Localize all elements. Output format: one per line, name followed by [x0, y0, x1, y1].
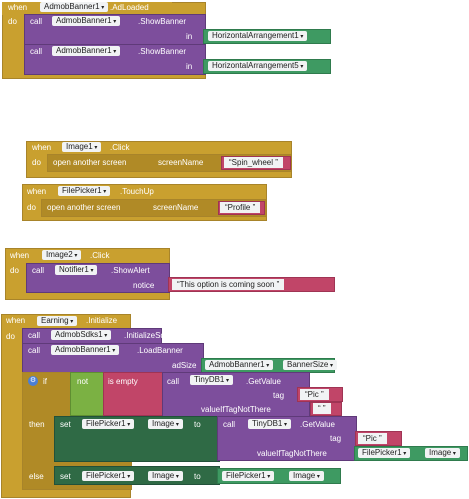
component-dropdown[interactable]: FilePicker1 [58, 186, 111, 196]
call-label: call [30, 17, 43, 26]
notice-label: notice [133, 281, 155, 290]
when-label: when [10, 251, 30, 260]
value-if-tag-not-there-label: valueIfTagNotThere [201, 405, 271, 414]
banner-method-label: .LoadBanner [137, 346, 183, 355]
when-label: when [8, 3, 28, 12]
adsize-component-dropdown[interactable]: AdmobBanner1 [205, 360, 274, 370]
component-dropdown[interactable]: AdmobBanner1 [40, 2, 109, 12]
call-label: call [28, 331, 41, 340]
when-label: when [6, 316, 26, 325]
component-dropdown[interactable]: Earning [37, 316, 78, 326]
else-label: else [29, 472, 44, 481]
getter-component-dropdown[interactable]: FilePicker1 [358, 448, 411, 458]
sdk-method-label: .InitializeSdk [124, 331, 169, 340]
event-label: .TouchUp [120, 187, 154, 196]
tag-label: tag [273, 391, 285, 400]
do-label: do [27, 203, 36, 212]
empty-text[interactable] [313, 403, 331, 414]
in-label: in [186, 32, 193, 41]
set-component-dropdown[interactable]: FilePicker1 [82, 419, 135, 429]
do-label: do [6, 332, 15, 341]
event-label: .AdLoaded [110, 3, 149, 12]
notice-text[interactable]: This option is coming soon [172, 279, 285, 290]
tag-text-2[interactable]: Pic [358, 433, 387, 444]
method-label: .ShowBanner [138, 47, 187, 56]
not-label: not [77, 377, 89, 386]
to-label: to [194, 420, 201, 429]
call-label: call [167, 377, 180, 386]
set-label: set [60, 420, 71, 429]
db-component-dropdown-2[interactable]: TinyDB1 [248, 419, 292, 429]
call-label: call [32, 266, 45, 275]
open-screen-label: open another screen [53, 158, 127, 167]
do-label: do [10, 266, 19, 275]
screenname-label: screenName [153, 203, 199, 212]
when-label: when [32, 143, 52, 152]
banner-component-dropdown[interactable]: AdmobBanner1 [51, 345, 120, 355]
else-set-property-dropdown[interactable]: Image [148, 471, 183, 481]
call-label: call [30, 47, 43, 56]
in-label: in [186, 62, 193, 71]
db-component-dropdown[interactable]: TinyDB1 [190, 375, 234, 385]
adsize-property-dropdown[interactable]: BannerSize [283, 360, 338, 370]
method-label: .ShowAlert [111, 266, 150, 275]
call-label: call [28, 346, 41, 355]
do-label: do [32, 158, 41, 167]
arrangement-dropdown-2[interactable]: HorizontalArrangement5 [208, 61, 308, 71]
to-label: to [194, 472, 201, 481]
call-component-dropdown[interactable]: Notifier1 [55, 265, 98, 275]
sdk-component-dropdown[interactable]: AdmobSdks1 [51, 330, 112, 340]
else-getter-property-dropdown[interactable]: Image [289, 471, 324, 481]
screen-text[interactable]: Profile [220, 202, 261, 213]
set-property-dropdown[interactable]: Image [148, 419, 183, 429]
value-if-tag-not-there-label-2: valueIfTagNotThere [257, 449, 327, 458]
is-empty-label: is empty [108, 377, 138, 386]
call-component-dropdown[interactable]: AdmobBanner1 [52, 16, 121, 26]
event-label: .Click [90, 251, 110, 260]
call-component-dropdown[interactable]: AdmobBanner1 [52, 46, 121, 56]
else-getter-component-dropdown[interactable]: FilePicker1 [222, 471, 275, 481]
screen-text[interactable]: Spin_wheel [224, 157, 283, 168]
event-label: .Initialize [86, 316, 118, 325]
adsize-label: adSize [172, 361, 197, 370]
call-label: call [223, 420, 236, 429]
when-label: when [27, 187, 47, 196]
tag-label-2: tag [330, 434, 342, 443]
open-screen-label: open another screen [47, 203, 121, 212]
tag-text[interactable]: Pic [300, 389, 329, 400]
getter-property-dropdown[interactable]: Image [425, 448, 460, 458]
db-method-label-2: .GetValue [300, 420, 335, 429]
else-set-component-dropdown[interactable]: FilePicker1 [82, 471, 135, 481]
gear-icon[interactable]: ⚙ [28, 376, 38, 386]
db-method-label: .GetValue [246, 377, 281, 386]
method-label: .ShowBanner [138, 17, 187, 26]
if-label: if [43, 377, 47, 386]
set-label: set [60, 472, 71, 481]
component-dropdown[interactable]: Image2 [42, 250, 82, 260]
arrangement-dropdown-1[interactable]: HorizontalArrangement1 [208, 31, 308, 41]
component-dropdown[interactable]: Image1 [62, 142, 102, 152]
do-label: do [8, 17, 17, 26]
then-label: then [29, 420, 45, 429]
event-label: .Click [110, 143, 130, 152]
screenname-label: screenName [158, 158, 204, 167]
